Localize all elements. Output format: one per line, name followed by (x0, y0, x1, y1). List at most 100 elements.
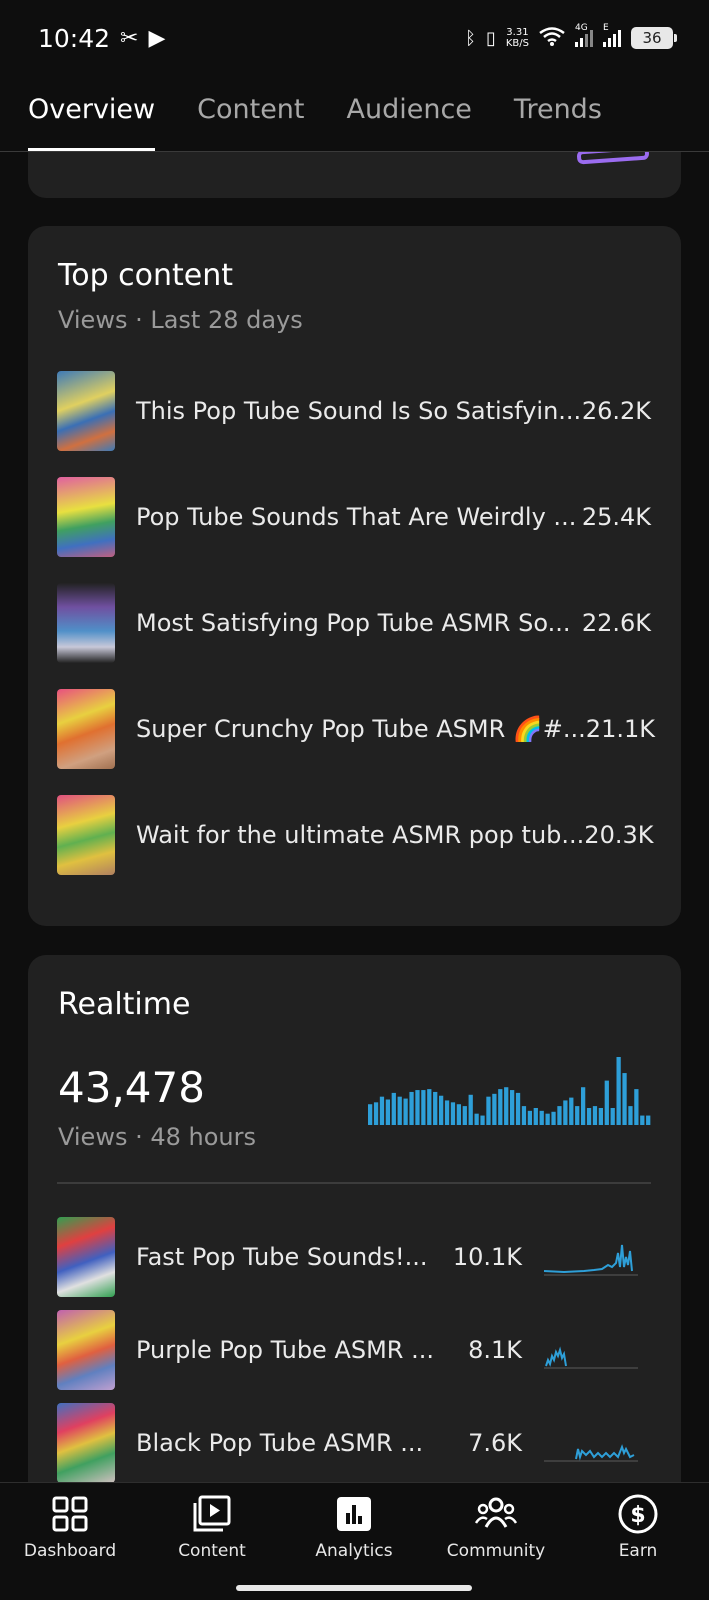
video-views: 8.1K (468, 1336, 522, 1364)
chart-bar (533, 1108, 538, 1125)
svg-text:$: $ (630, 1503, 645, 1528)
video-title: Black Pop Tube ASMR ... (136, 1429, 424, 1457)
chart-bar (433, 1091, 438, 1125)
tab-content[interactable]: Content (197, 76, 304, 151)
video-views: 7.6K (468, 1429, 522, 1457)
chart-bar (403, 1098, 408, 1125)
nav-label: Community (446, 1541, 546, 1561)
video-views: 10.1K (452, 1243, 522, 1271)
dashboard-icon (52, 1496, 88, 1532)
chart-bar (385, 1099, 391, 1125)
chart-bar (397, 1096, 402, 1125)
video-thumbnail (57, 477, 115, 557)
chart-bar (427, 1089, 432, 1125)
battery-icon: 36 (631, 27, 677, 49)
video-title: This Pop Tube Sound Is So Satisfyin... (136, 397, 582, 425)
sparkline (544, 1346, 638, 1369)
chart-bar (527, 1110, 533, 1125)
video-thumbnail (57, 1403, 115, 1483)
chart-bar (575, 1106, 580, 1125)
chart-bar (586, 1108, 592, 1125)
chart-bar (368, 1104, 373, 1125)
video-thumbnail (57, 1310, 115, 1390)
video-views: 25.4K (581, 503, 651, 531)
status-time: 10:42 (38, 23, 111, 53)
chart-bar (598, 1108, 604, 1125)
divider (57, 1182, 651, 1184)
analytics-icon (337, 1497, 371, 1531)
chart-bar (462, 1106, 467, 1125)
list-item[interactable]: Fast Pop Tube Sounds!... 10.1K (57, 1217, 651, 1297)
chart-bar (468, 1094, 473, 1125)
nav-earn[interactable]: $ Earn (568, 1493, 708, 1561)
chart-bar (592, 1106, 598, 1125)
video-title: Wait for the ultimate ASMR pop tub... (136, 821, 585, 849)
list-item[interactable]: Purple Pop Tube ASMR ... 8.1K (57, 1310, 651, 1390)
chart-bar (474, 1113, 479, 1125)
vibrate-icon: ▯ (485, 27, 496, 49)
video-thumbnail (57, 795, 115, 875)
bottom-navigation: Dashboard Content Analytics Community $ … (0, 1482, 709, 1600)
nav-label: Content (178, 1541, 246, 1561)
chart-bar (415, 1090, 420, 1125)
video-views: 20.3K (584, 821, 654, 849)
chart-bar (628, 1106, 633, 1125)
list-item[interactable]: Black Pop Tube ASMR ... 7.6K (57, 1403, 651, 1483)
nav-label: Analytics (315, 1541, 393, 1561)
chart-bar (539, 1110, 544, 1125)
tab-audience[interactable]: Audience (347, 76, 472, 151)
chart-bar (373, 1102, 379, 1125)
chart-bar (444, 1100, 450, 1125)
video-title: Super Crunchy Pop Tube ASMR 🌈#... (136, 715, 586, 743)
list-item[interactable]: Most Satisfying Pop Tube ASMR So... 22.6… (57, 583, 651, 663)
chart-bar (510, 1090, 515, 1125)
video-thumbnail (57, 583, 115, 663)
list-item[interactable]: Super Crunchy Pop Tube ASMR 🌈#... 21.1K (57, 689, 655, 769)
tab-overview[interactable]: Overview (28, 76, 156, 151)
card-title: Realtime (58, 987, 191, 1022)
nav-analytics[interactable]: Analytics (284, 1493, 424, 1561)
chart-bar (450, 1102, 456, 1125)
top-content-card[interactable]: Top content Views · Last 28 days This Po… (28, 226, 681, 926)
status-bar: 10:42 ✂ ▶ ᛒ ▯ 3.31 KB/S 4G E 36 (0, 0, 709, 76)
signal-icon: 4G (575, 23, 593, 47)
chart-bar (456, 1104, 462, 1125)
video-views: 26.2K (581, 397, 651, 425)
chart-bar (379, 1096, 385, 1125)
nav-community[interactable]: Community (426, 1493, 566, 1561)
chart-bar (391, 1092, 396, 1125)
community-icon (475, 1497, 517, 1528)
video-views: 22.6K (581, 609, 651, 637)
video-title: Fast Pop Tube Sounds!... (136, 1243, 428, 1271)
chart-bar (515, 1092, 521, 1125)
video-title: Purple Pop Tube ASMR ... (136, 1336, 434, 1364)
realtime-bar-chart (368, 1057, 651, 1125)
list-item[interactable]: Pop Tube Sounds That Are Weirdly ... 25.… (57, 477, 651, 557)
chart-bar (521, 1106, 527, 1125)
content-icon (193, 1495, 231, 1532)
nav-content[interactable]: Content (142, 1493, 282, 1561)
chart-bar (439, 1095, 444, 1125)
chart-bar (545, 1113, 550, 1125)
chart-bar (551, 1111, 556, 1125)
card-title: Top content (58, 258, 234, 293)
wifi-icon (539, 26, 565, 51)
chart-bar (634, 1089, 639, 1125)
tab-trends[interactable]: Trends (514, 76, 602, 151)
list-item[interactable]: Wait for the ultimate ASMR pop tub... 20… (57, 795, 654, 875)
chart-bar (480, 1115, 485, 1125)
video-views: 21.1K (585, 715, 655, 743)
chart-bar (646, 1115, 651, 1125)
home-indicator (236, 1585, 472, 1591)
chart-bar (409, 1091, 414, 1125)
chart-bar (492, 1093, 497, 1125)
chart-bar (486, 1096, 491, 1125)
capcut-icon: ✂ (120, 25, 139, 51)
realtime-card[interactable]: Realtime 43,478 Views · 48 hours Fast Po… (28, 955, 681, 1515)
tab-bar: Overview Content Audience Trends (0, 76, 709, 152)
nav-dashboard[interactable]: Dashboard (0, 1493, 140, 1561)
sparkline (544, 1444, 638, 1462)
nav-label: Dashboard (23, 1541, 117, 1561)
list-item[interactable]: This Pop Tube Sound Is So Satisfyin... 2… (57, 371, 651, 451)
sparkline (544, 1244, 638, 1276)
